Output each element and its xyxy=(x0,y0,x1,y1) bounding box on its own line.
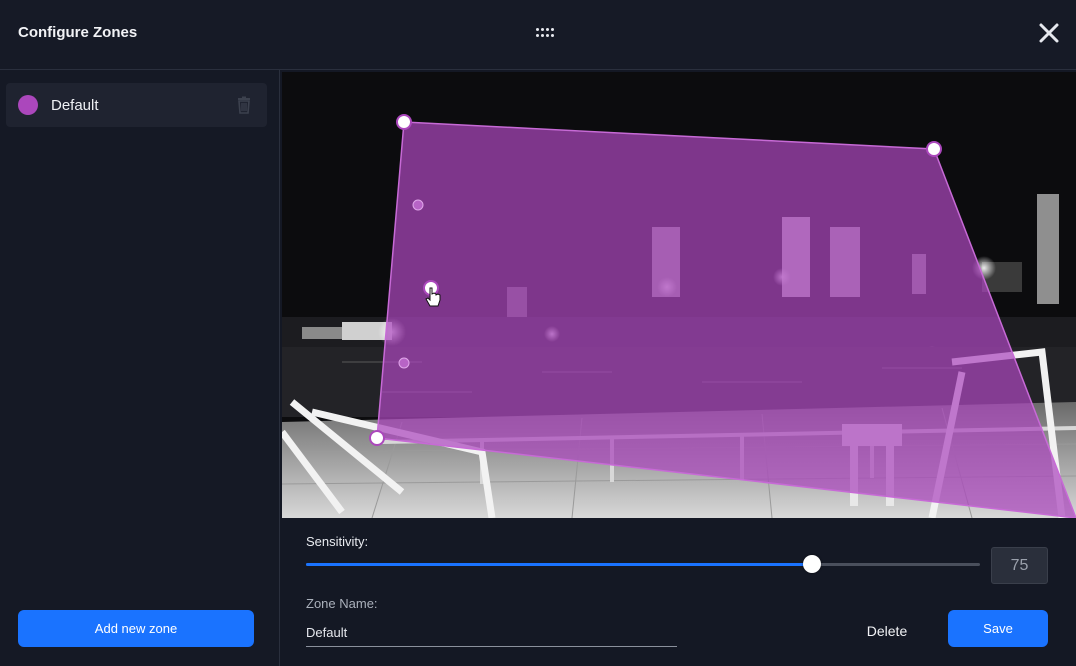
close-icon xyxy=(1039,23,1059,43)
camera-preview[interactable] xyxy=(282,72,1076,518)
sensitivity-slider-thumb[interactable] xyxy=(802,555,821,573)
zone-name-input[interactable] xyxy=(306,618,677,647)
delete-button[interactable]: Delete xyxy=(852,614,922,648)
drag-dots-icon[interactable] xyxy=(536,28,556,38)
zone-edge-midpoint-handle[interactable] xyxy=(412,199,424,211)
zone-color-indicator xyxy=(18,95,38,115)
add-zone-button[interactable]: Add new zone xyxy=(18,610,254,647)
zone-settings-panel: Sensitivity: 75 Zone Name: Delete Save xyxy=(282,518,1076,666)
zone-sidebar: Default Add new zone xyxy=(0,70,280,666)
sensitivity-slider-fill xyxy=(306,563,812,566)
sensitivity-label: Sensitivity: xyxy=(306,534,369,549)
zone-name-label: Zone Name: xyxy=(306,596,378,611)
save-button[interactable]: Save xyxy=(948,610,1048,647)
zone-edge-midpoint-handle[interactable] xyxy=(398,357,410,369)
zone-list-item-default[interactable]: Default xyxy=(6,83,267,127)
zone-vertex-handle[interactable] xyxy=(369,430,385,446)
modal-header: Configure Zones xyxy=(0,0,1076,70)
zone-vertex-handle[interactable] xyxy=(396,114,412,130)
zone-vertex-handle[interactable] xyxy=(926,141,942,157)
close-button[interactable] xyxy=(1034,18,1064,48)
page-title: Configure Zones xyxy=(18,24,138,41)
delete-zone-button[interactable] xyxy=(234,95,254,115)
sensitivity-value-field[interactable]: 75 xyxy=(991,547,1048,584)
trash-icon xyxy=(238,96,250,114)
sensitivity-slider[interactable] xyxy=(306,554,980,574)
zone-editor-canvas[interactable] xyxy=(282,72,1076,518)
zone-list-item-label: Default xyxy=(51,97,99,114)
